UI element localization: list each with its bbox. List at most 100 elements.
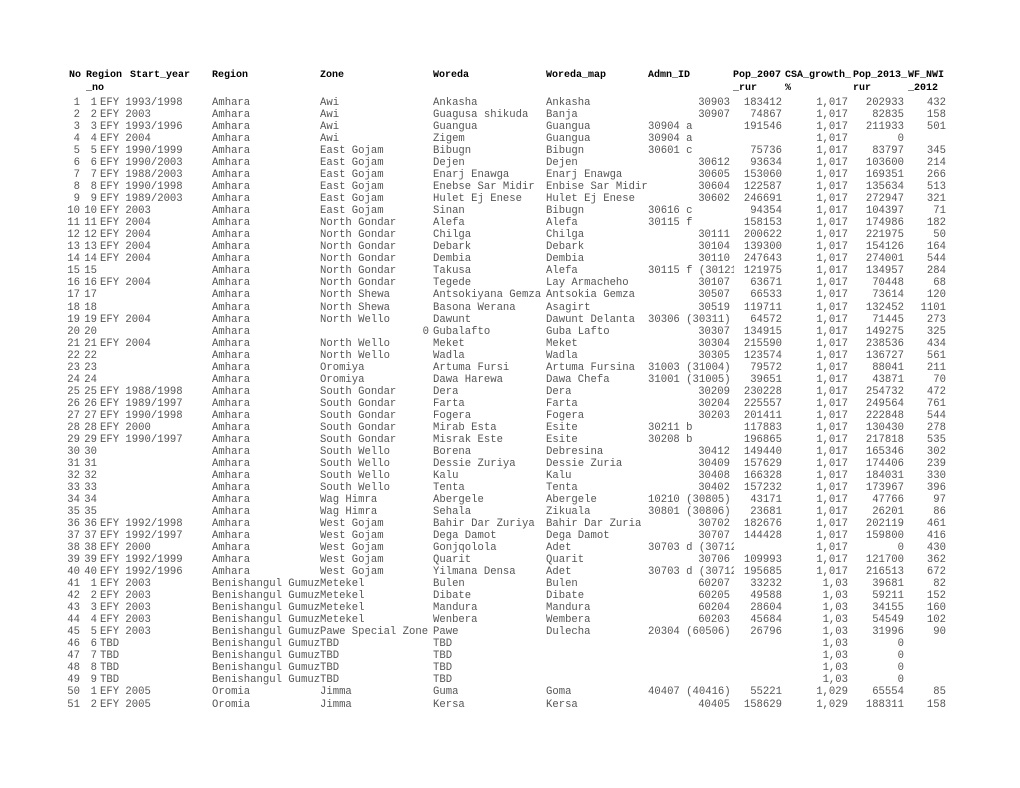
- cell-zone: West Gojam: [320, 530, 384, 543]
- cell-woreda-map: Bibugn: [546, 145, 585, 158]
- cell-admn-id: 30706: [698, 554, 730, 567]
- cell-woreda-map: Quarit: [546, 554, 585, 567]
- cell-start-year: EFY 2004: [100, 253, 151, 266]
- cell-woreda-map: Guba Lafto: [546, 325, 610, 338]
- cell-region: Amhara: [212, 361, 251, 374]
- cell-no: 8: [73, 181, 80, 194]
- column-header-no: No: [69, 70, 82, 81]
- cell-woreda: Takusa: [433, 265, 472, 278]
- cell-start-year: EFY 1990/1998: [100, 181, 183, 194]
- cell-start-year: EFY 1992/1997: [100, 530, 183, 543]
- cell-pop-2013: 222848: [865, 409, 904, 422]
- cell-region-no: 16: [84, 277, 97, 290]
- cell-woreda-map: Bibugn: [546, 205, 585, 218]
- cell-csa-growth: 1,017: [816, 469, 848, 482]
- cell-wf-nwi: 160: [926, 602, 946, 615]
- cell-admn-id: 30408: [698, 469, 730, 482]
- cell-zone: TBD: [320, 650, 340, 663]
- cell-csa-growth: 1,03: [822, 602, 848, 615]
- cell-csa-growth: 1,017: [816, 397, 848, 410]
- cell-region-no: 5: [90, 626, 97, 639]
- cell-woreda: TBD: [433, 638, 453, 651]
- cell-woreda: Sehala: [433, 506, 472, 519]
- cell-admn-id: 30115 f: [648, 217, 693, 230]
- cell-zone: Awi: [320, 109, 340, 122]
- cell-region: Amhara: [212, 506, 251, 519]
- cell-pop-2007: 45684: [750, 614, 782, 627]
- cell-wf-nwi: 325: [926, 325, 946, 338]
- cell-zone: West Gojam: [320, 518, 384, 531]
- cell-pop-2013: 82835: [872, 109, 904, 122]
- column-header-csa-growth: CSA_growth_: [785, 70, 852, 81]
- cell-pop-2013: 43871: [872, 373, 904, 386]
- cell-no: 49: [67, 674, 80, 687]
- cell-pop-2007: 117883: [743, 421, 782, 434]
- cell-pop-2013: 154126: [865, 241, 904, 254]
- cell-wf-nwi: 50: [933, 229, 946, 242]
- cell-pop-2007: 191546: [743, 121, 782, 134]
- cell-zone: North Shewa: [320, 301, 390, 314]
- cell-woreda-map: Goma: [546, 686, 572, 699]
- cell-csa-growth: 1,017: [816, 133, 848, 146]
- cell-admn-id: 20304 (60506): [648, 626, 731, 639]
- cell-region: Amhara: [212, 421, 251, 434]
- cell-no: 10: [67, 205, 80, 218]
- cell-pop-2007: 246691: [743, 193, 782, 206]
- cell-pop-2007: 153060: [743, 169, 782, 182]
- cell-pop-2007: 158153: [743, 217, 782, 230]
- cell-pop-2013: 121700: [865, 554, 904, 567]
- cell-woreda-map: Dibate: [546, 590, 585, 603]
- cell-pop-2013: 159800: [865, 530, 904, 543]
- cell-admn-id: 60204: [698, 602, 730, 615]
- cell-region: Amhara: [212, 229, 251, 242]
- cell-pop-2007: 149440: [743, 445, 782, 458]
- cell-woreda-map: Farta: [546, 397, 578, 410]
- cell-start-year: EFY 2003: [100, 602, 151, 615]
- cell-csa-growth: 1,017: [816, 205, 848, 218]
- cell-csa-growth: 1,017: [816, 373, 848, 386]
- cell-pop-2007: 94354: [750, 205, 782, 218]
- cell-start-year: EFY 1992/1998: [100, 518, 183, 531]
- cell-region-no: 17: [84, 289, 97, 302]
- cell-region-no: 9: [90, 193, 97, 206]
- cell-region-no: 33: [84, 481, 97, 494]
- cell-woreda-map: Dawa Chefa: [546, 373, 610, 386]
- cell-woreda: Debark: [433, 241, 472, 254]
- cell-zone: Metekel: [320, 614, 365, 627]
- cell-start-year: EFY 1992/1999: [100, 554, 183, 567]
- table-row: 44 4 EFY 2003 Benishangul Gumuz Metekel Wenbe…: [0, 614, 1020, 626]
- cell-pop-2013: 0: [897, 650, 904, 663]
- cell-start-year: TBD: [100, 638, 120, 651]
- cell-zone: East Gojam: [320, 181, 384, 194]
- cell-pop-2013: 238536: [865, 337, 904, 350]
- cell-woreda-map: Fogera: [546, 409, 585, 422]
- cell-region-no: 31: [84, 457, 97, 470]
- cell-zone: Metekel: [320, 590, 365, 603]
- cell-csa-growth: 1,017: [816, 145, 848, 158]
- cell-woreda-map: Artuma Fursina: [546, 361, 636, 374]
- cell-region-no: 2: [90, 698, 97, 711]
- column-header-region-no: _no: [86, 83, 105, 94]
- table-row: 17 17 Amhara North Shewa Antsokiyana Gemza An…: [0, 289, 1020, 301]
- table-row: 48 8 TBD Benishangul Gumuz TBD TBD 1,03 0: [0, 662, 1020, 674]
- cell-pop-2007: 43171: [750, 493, 782, 506]
- table-row: 14 14 EFY 2004 Amhara North Gondar Dembia Demb…: [0, 253, 1020, 265]
- cell-pop-2013: 0: [897, 133, 904, 146]
- cell-region-no: 10: [84, 205, 97, 218]
- column-header-admn-id: Admn_ID: [648, 70, 691, 81]
- cell-pop-2007: 183412: [743, 97, 782, 109]
- cell-zone: Wag Himra: [320, 493, 378, 506]
- cell-admn-id: 30305: [698, 349, 730, 362]
- table-row: 47 7 TBD Benishangul Gumuz TBD TBD 1,03 0: [0, 650, 1020, 662]
- cell-start-year: TBD: [100, 662, 120, 675]
- cell-start-year: EFY 1989/1997: [100, 397, 183, 410]
- cell-zone: North Gondar: [320, 265, 397, 278]
- cell-pop-2013: 221975: [865, 229, 904, 242]
- cell-pop-2007: 195685: [743, 566, 782, 579]
- cell-start-year: EFY 2003: [100, 626, 151, 639]
- cell-start-year: EFY 2004: [100, 133, 151, 146]
- cell-wf-nwi: 82: [933, 578, 946, 591]
- cell-csa-growth: 1,029: [816, 686, 848, 699]
- table-row: 39 39 EFY 1992/1999 Amhara West Gojam Quarit Q…: [0, 554, 1020, 566]
- table-row: 22 22 Amhara North Wello Wadla Wadla 30305 1235…: [0, 350, 1020, 362]
